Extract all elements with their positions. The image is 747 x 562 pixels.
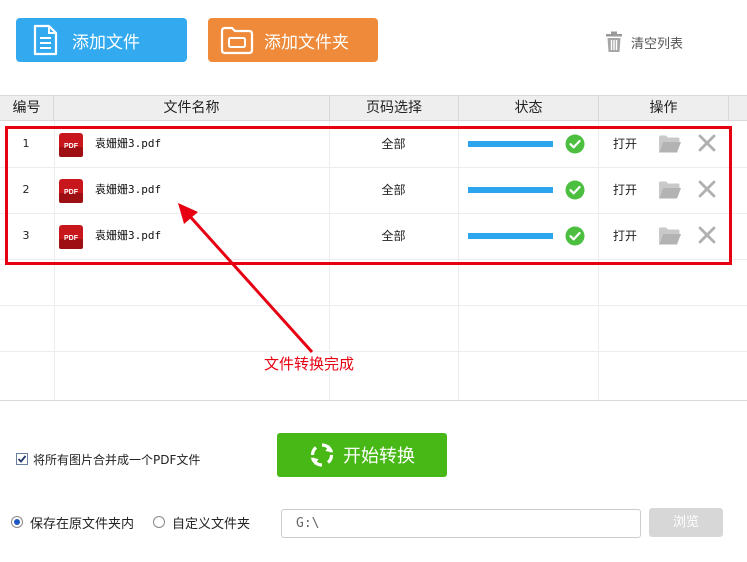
annotation-arrow: [178, 203, 314, 354]
grid-line: [0, 351, 747, 352]
output-path-input[interactable]: G:\: [281, 509, 641, 538]
column-header-actions[interactable]: 操作: [599, 96, 729, 120]
save-location-options: 保存在原文件夹内 自定义文件夹: [11, 512, 250, 532]
add-folder-label: 添加文件夹: [264, 32, 349, 53]
start-convert-button[interactable]: 开始转换: [277, 433, 447, 477]
add-file-label: 添加文件: [72, 32, 140, 53]
merge-checkbox[interactable]: [16, 453, 28, 465]
clear-list-label: 清空列表: [631, 36, 684, 52]
folder-icon: [220, 23, 254, 57]
checkmark-icon: [17, 455, 27, 463]
table-header: 编号 文件名称 页码选择 状态 操作: [0, 96, 747, 121]
refresh-icon: [310, 443, 334, 467]
browse-button[interactable]: 浏览: [649, 508, 723, 537]
start-convert-label: 开始转换: [343, 446, 415, 467]
annotation-text: 文件转换完成: [264, 355, 355, 373]
add-folder-button[interactable]: 添加文件夹: [208, 18, 378, 62]
clear-list-button[interactable]: 清空列表: [603, 30, 683, 54]
highlight-box: [5, 126, 732, 265]
column-header-pages[interactable]: 页码选择: [330, 96, 459, 120]
save-custom-label[interactable]: 自定义文件夹: [172, 513, 250, 532]
merge-option[interactable]: 将所有图片合并成一个PDF文件: [16, 451, 200, 467]
grid-line: [0, 305, 747, 306]
radio-selected-dot: [14, 519, 20, 525]
save-original-radio[interactable]: [11, 516, 23, 528]
trash-icon: [603, 30, 625, 54]
save-custom-radio[interactable]: [153, 516, 166, 528]
column-header-status[interactable]: 状态: [459, 96, 599, 120]
add-file-button[interactable]: 添加文件: [16, 18, 187, 62]
save-original-label[interactable]: 保存在原文件夹内: [30, 513, 134, 532]
column-header-filename[interactable]: 文件名称: [54, 96, 330, 120]
merge-label: 将所有图片合并成一个PDF文件: [33, 452, 201, 467]
column-header-index[interactable]: 编号: [0, 96, 54, 120]
document-icon: [28, 23, 62, 57]
